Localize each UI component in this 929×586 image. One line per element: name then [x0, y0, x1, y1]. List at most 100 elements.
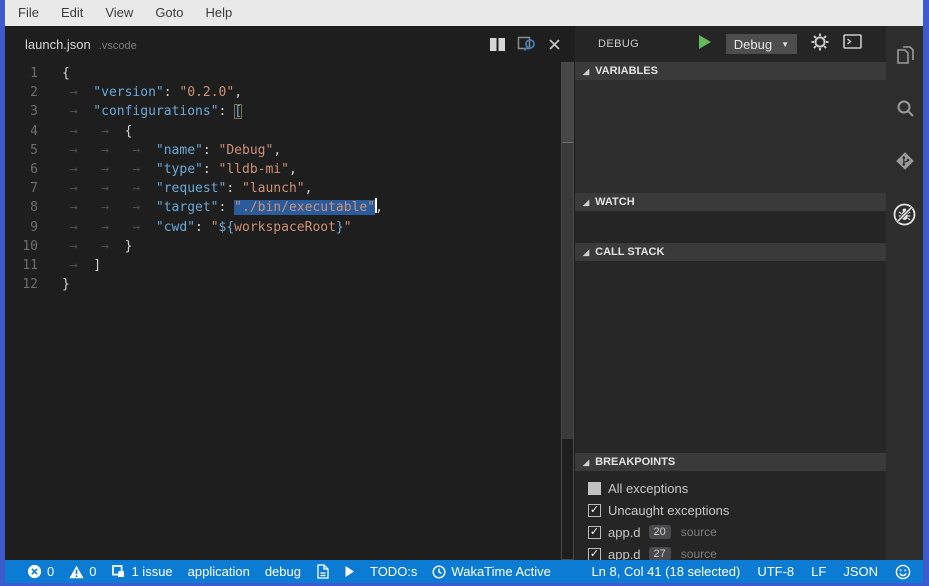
- code-line: {: [62, 64, 383, 83]
- status-cursor-position[interactable]: Ln 8, Col 41 (18 selected): [591, 564, 740, 579]
- status-task-debug[interactable]: debug: [265, 564, 301, 579]
- code-line: →→→"cwd": "${workspaceRoot}": [62, 218, 383, 237]
- status-feedback[interactable]: [895, 564, 911, 580]
- debug-toolbar-actions: Debug ▼: [698, 33, 862, 56]
- status-language-mode[interactable]: JSON: [843, 564, 878, 579]
- json-key: "configurations": [93, 104, 218, 119]
- json-punctuation: {: [62, 66, 70, 81]
- menu-item-help[interactable]: Help: [195, 0, 244, 26]
- json-punctuation: :: [219, 200, 235, 215]
- menu-item-goto[interactable]: Goto: [144, 0, 194, 26]
- error-icon: [27, 564, 42, 579]
- code-line: →"configurations": [: [62, 102, 383, 121]
- tab-whitespace-arrow: →: [125, 179, 156, 198]
- open-debug-console-icon[interactable]: [843, 34, 862, 54]
- tab-whitespace-arrow: →: [125, 218, 156, 237]
- tab-whitespace-arrow: →: [125, 141, 156, 160]
- status-left: 00 1 issue application debug TODO:s WakaTime …: [27, 564, 551, 579]
- section-header-watch[interactable]: ◢ WATCH: [575, 193, 886, 211]
- line-number: 6: [5, 160, 50, 179]
- code-content: {→"version": "0.2.0",→"configurations": …: [62, 64, 383, 560]
- breakpoint-row[interactable]: ✓app.d27source: [575, 543, 886, 560]
- tab-whitespace-arrow: →: [62, 198, 93, 217]
- breakpoint-checkbox[interactable]: ✓: [588, 526, 601, 539]
- code-line: →→→"request": "launch",: [62, 179, 383, 198]
- menu-bar: FileEditViewGotoHelp: [5, 0, 923, 26]
- selected-text: "./bin/executable": [234, 200, 375, 215]
- line-number: 1: [5, 64, 50, 83]
- vscode-window: FileEditViewGotoHelp launch.json .vscode: [5, 0, 923, 583]
- tab-whitespace-arrow: →: [125, 160, 156, 179]
- json-punctuation: }: [62, 277, 70, 292]
- line-number: 11: [5, 256, 50, 275]
- warning-icon: [69, 565, 84, 579]
- line-number: 4: [5, 122, 50, 141]
- status-task-debug-label: debug: [265, 564, 301, 579]
- open-preview-icon[interactable]: [517, 35, 537, 53]
- json-string: "Debug": [219, 143, 274, 158]
- editor-tab-bar: launch.json .vscode: [5, 26, 575, 62]
- json-string: "0.2.0": [179, 85, 234, 100]
- close-icon[interactable]: [548, 38, 561, 51]
- menu-item-view[interactable]: View: [94, 0, 144, 26]
- breakpoint-checkbox[interactable]: ✓: [588, 548, 601, 561]
- section-header-call-stack[interactable]: ◢CALL STACK: [575, 243, 886, 261]
- status-file[interactable]: [316, 564, 329, 579]
- activity-debug-icon[interactable]: [892, 201, 918, 227]
- configure-gear-icon[interactable]: [811, 33, 829, 56]
- section-label: WATCH: [595, 196, 635, 208]
- tab-whitespace-arrow: →: [93, 122, 124, 141]
- json-string: ": [344, 220, 352, 235]
- scrollbar-thumb-lower[interactable]: [562, 143, 573, 439]
- tab-whitespace-arrow: →: [62, 141, 93, 160]
- json-punctuation: ,: [273, 143, 281, 158]
- code-line: }: [62, 275, 383, 294]
- activity-explorer-icon[interactable]: [892, 42, 918, 68]
- breakpoint-label: app.d: [608, 547, 641, 561]
- tab-whitespace-arrow: →: [62, 102, 93, 121]
- breakpoint-checkbox[interactable]: ✓: [588, 504, 601, 517]
- json-punctuation: ,: [289, 162, 297, 177]
- section-header-breakpoints[interactable]: ◢ BREAKPOINTS: [575, 453, 886, 471]
- code-line: →→→"type": "lldb-mi",: [62, 160, 383, 179]
- status-todos[interactable]: TODO:s: [370, 564, 417, 579]
- breakpoint-row[interactable]: ✓ Uncaught exceptions: [575, 499, 886, 521]
- breakpoint-source-detail: source: [681, 525, 717, 539]
- breakpoint-row[interactable]: ✓app.d20source: [575, 521, 886, 543]
- tab-launch-json[interactable]: launch.json .vscode: [5, 37, 137, 52]
- status-task-application[interactable]: application: [188, 564, 250, 579]
- status-run-task[interactable]: [344, 565, 355, 578]
- twistie-icon: ◢: [583, 198, 589, 207]
- split-editor-icon[interactable]: [489, 37, 506, 52]
- scrollbar-thumb[interactable]: [562, 63, 573, 143]
- menu-item-file[interactable]: File: [7, 0, 50, 26]
- status-wakatime[interactable]: WakaTime Active: [432, 564, 550, 579]
- section-content-variables: [575, 80, 886, 193]
- status-encoding[interactable]: UTF-8: [757, 564, 794, 579]
- breakpoint-label: Uncaught exceptions: [608, 503, 729, 518]
- status-problems[interactable]: 1 issue: [111, 564, 172, 579]
- line-number: 12: [5, 275, 50, 294]
- breakpoint-checkbox[interactable]: [588, 482, 601, 495]
- breakpoint-row[interactable]: All exceptions: [575, 477, 886, 499]
- tab-path-badge: .vscode: [99, 40, 137, 52]
- debug-config-dropdown[interactable]: Debug ▼: [726, 34, 797, 54]
- editor-scrollbar[interactable]: [561, 62, 574, 560]
- status-bar: 00 1 issue application debug TODO:s WakaTime …: [5, 560, 923, 583]
- section-label: BREAKPOINTS: [595, 456, 675, 468]
- json-punctuation: ]: [93, 258, 101, 273]
- code-editor[interactable]: 123456789101112 {→"version": "0.2.0",→"c…: [5, 62, 575, 560]
- start-debug-icon[interactable]: [698, 34, 712, 55]
- status-language-mode-label: JSON: [843, 564, 878, 579]
- menu-item-edit[interactable]: Edit: [50, 0, 94, 26]
- activity-search-icon[interactable]: [892, 95, 918, 121]
- twistie-icon: ◢: [583, 458, 589, 467]
- activity-source-control-icon[interactable]: [892, 148, 918, 174]
- json-key: "request": [156, 181, 226, 196]
- section-header-variables[interactable]: ◢VARIABLES: [575, 62, 886, 80]
- status-errors[interactable]: 0: [27, 564, 54, 579]
- tab-whitespace-arrow: →: [62, 160, 93, 179]
- status-eol[interactable]: LF: [811, 564, 826, 579]
- status-warnings[interactable]: 0: [69, 564, 96, 579]
- json-string: ": [211, 220, 219, 235]
